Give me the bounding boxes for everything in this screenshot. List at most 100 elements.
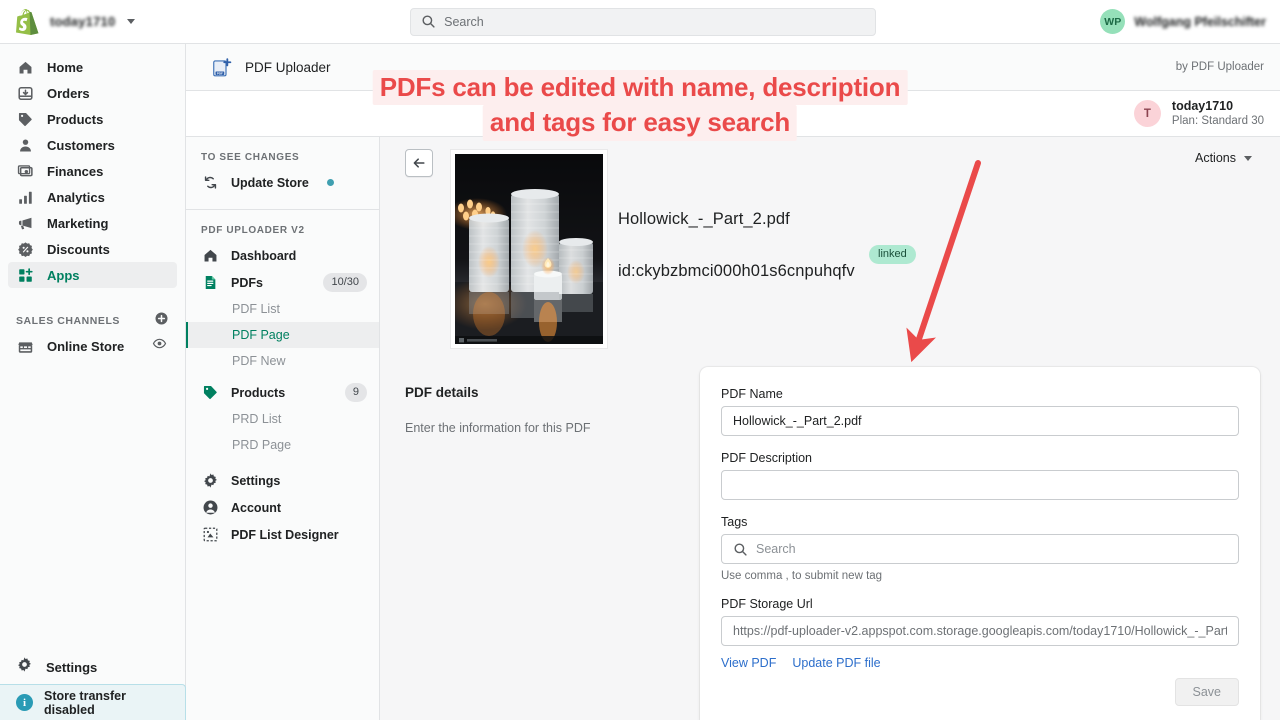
- update-available-dot-icon: [326, 179, 334, 186]
- shopify-bag-icon: [16, 8, 39, 35]
- app-nav-pdfs[interactable]: PDFs 10/30: [186, 269, 379, 296]
- app-nav-dashboard[interactable]: Dashboard: [186, 242, 379, 269]
- primary-nav-list: Home Orders Products Customers Finances …: [0, 44, 185, 288]
- pdf-details-title: PDF details: [405, 385, 479, 400]
- sidebar-item-orders[interactable]: Orders: [8, 80, 177, 106]
- products-count-badge: 9: [344, 383, 367, 402]
- sidebar-settings-label: Settings: [46, 659, 98, 675]
- gear-icon: [16, 656, 33, 678]
- info-icon: i: [16, 694, 33, 711]
- app-nav-label: PRD Page: [232, 438, 292, 452]
- field-gap: [721, 500, 1239, 515]
- sidebar-item-analytics[interactable]: Analytics: [8, 184, 177, 210]
- sidebar-item-marketing[interactable]: Marketing: [8, 210, 177, 236]
- pdf-name-label: PDF Name: [721, 387, 783, 401]
- tags-hint: Use comma , to submit new tag: [721, 570, 883, 582]
- account-circle-icon: [201, 499, 219, 517]
- sidebar-item-home[interactable]: Home: [8, 54, 177, 80]
- sidebar-item-products[interactable]: Products: [8, 106, 177, 132]
- sidebar-bottom: Settings i Store transfer disabled: [0, 650, 186, 720]
- pdf-description-input[interactable]: [721, 470, 1239, 500]
- account-info[interactable]: T today1710 Plan: Standard 30: [1133, 99, 1264, 129]
- pdfs-count-badge: 10/30: [323, 273, 367, 292]
- sidebar-item-finances[interactable]: Finances: [8, 158, 177, 184]
- pdf-document-icon: [201, 274, 219, 292]
- svg-text:PDF: PDF: [217, 71, 223, 75]
- pdf-name-input[interactable]: Hollowick_-_Part_2.pdf: [721, 406, 1239, 436]
- primary-sidebar: Home Orders Products Customers Finances …: [0, 44, 186, 720]
- app-nav-settings[interactable]: Settings: [186, 467, 379, 494]
- app-title: PDF Uploader: [245, 59, 331, 75]
- tags-input[interactable]: Search: [721, 534, 1239, 564]
- sidebar-item-label: Online Store: [47, 338, 125, 354]
- app-secondary-sidebar: TO SEE CHANGES Update Store PDF UPLOADER…: [185, 137, 380, 720]
- app-nav-account[interactable]: Account: [186, 494, 379, 521]
- topbar-search-area: Search: [186, 7, 1100, 36]
- sidebar-item-online-store[interactable]: Online Store: [8, 333, 177, 359]
- topbar-user-section[interactable]: WP Wolfgang Pfeilschifter: [1100, 9, 1280, 34]
- app-nav-label: PRD List: [232, 412, 282, 426]
- account-avatar: T: [1133, 100, 1161, 127]
- app-nav-prd-list[interactable]: PRD List: [186, 406, 379, 432]
- update-pdf-file-link[interactable]: Update PDF file: [792, 656, 880, 670]
- actions-button[interactable]: Actions: [1195, 151, 1252, 165]
- account-text: today1710 Plan: Standard 30: [1172, 99, 1264, 129]
- sidebar-item-settings[interactable]: Settings: [0, 650, 186, 684]
- sidebar-item-discounts[interactable]: Discounts: [8, 236, 177, 262]
- chevron-down-icon: [127, 19, 136, 24]
- pdf-details-subtitle: Enter the information for this PDF: [405, 421, 591, 435]
- sales-channels-header: SALES CHANNELS: [0, 309, 185, 333]
- sidebar-item-apps[interactable]: Apps: [8, 262, 177, 288]
- pdf-description-label: PDF Description: [721, 451, 812, 465]
- pdf-links-row: View PDF Update PDF file: [721, 656, 1239, 670]
- tag-icon: [201, 384, 219, 402]
- home-icon: [16, 58, 34, 76]
- store-transfer-label: Store transfer disabled: [44, 688, 126, 717]
- sidebar-item-label: Finances: [47, 163, 104, 179]
- storage-url-label: PDF Storage Url: [721, 597, 813, 611]
- tags-label: Tags: [721, 515, 748, 529]
- storage-url-input[interactable]: https://pdf-uploader-v2.appspot.com.stor…: [721, 616, 1239, 646]
- global-search-placeholder: Search: [444, 14, 484, 29]
- discount-badge-icon: [16, 240, 34, 258]
- app-nav-pdf-new[interactable]: PDF New: [186, 348, 379, 374]
- app-nav-products[interactable]: Products 9: [186, 379, 379, 406]
- global-search-input[interactable]: Search: [410, 7, 877, 36]
- sales-channels-label: SALES CHANNELS: [16, 315, 120, 327]
- orders-inbox-icon: [16, 84, 34, 102]
- eye-icon[interactable]: [152, 336, 167, 356]
- app-nav-pdf-list[interactable]: PDF List: [186, 296, 379, 322]
- search-icon: [422, 15, 435, 28]
- app-nav-pdf-page[interactable]: PDF Page: [185, 322, 379, 348]
- megaphone-icon: [16, 214, 34, 232]
- back-button[interactable]: [405, 149, 433, 177]
- field-gap: [721, 436, 1239, 451]
- arrow-left-icon: [413, 158, 425, 168]
- search-icon: [734, 542, 747, 556]
- topbar-store-section[interactable]: today1710: [0, 0, 186, 44]
- app-nav-label: Dashboard: [231, 248, 297, 263]
- designer-icon: [201, 526, 219, 544]
- app-section-label: PDF UPLOADER V2: [201, 225, 305, 236]
- field-gap: [721, 582, 1239, 597]
- app-nav-prd-page[interactable]: PRD Page: [186, 432, 379, 458]
- account-strip: T today1710 Plan: Standard 30: [186, 91, 1280, 137]
- sidebar-item-customers[interactable]: Customers: [8, 132, 177, 158]
- sidebar-item-label: Analytics: [47, 189, 105, 205]
- status-badge: linked: [869, 245, 916, 265]
- pdf-thumbnail[interactable]: [451, 150, 607, 348]
- chevron-down-icon: [1244, 155, 1252, 161]
- app-nav-pdf-list-designer[interactable]: PDF List Designer: [186, 521, 379, 548]
- sidebar-item-label: Marketing: [47, 215, 109, 231]
- store-transfer-banner[interactable]: i Store transfer disabled: [0, 684, 186, 720]
- app-nav-label: PDF Page: [232, 328, 290, 342]
- app-nav-update-store[interactable]: Update Store: [186, 169, 379, 196]
- cash-icon: [16, 162, 34, 180]
- pdf-id-heading: id:ckybzbmci000h01s6cnpuhqfv: [618, 262, 855, 280]
- plus-circle-icon[interactable]: [154, 311, 169, 331]
- account-plan: Plan: Standard 30: [1171, 115, 1264, 128]
- save-button[interactable]: Save: [1174, 678, 1239, 706]
- pdf-details-section: PDF details Enter the information for th…: [405, 385, 685, 438]
- view-pdf-link[interactable]: View PDF: [721, 656, 776, 670]
- avatar: WP: [1100, 9, 1126, 34]
